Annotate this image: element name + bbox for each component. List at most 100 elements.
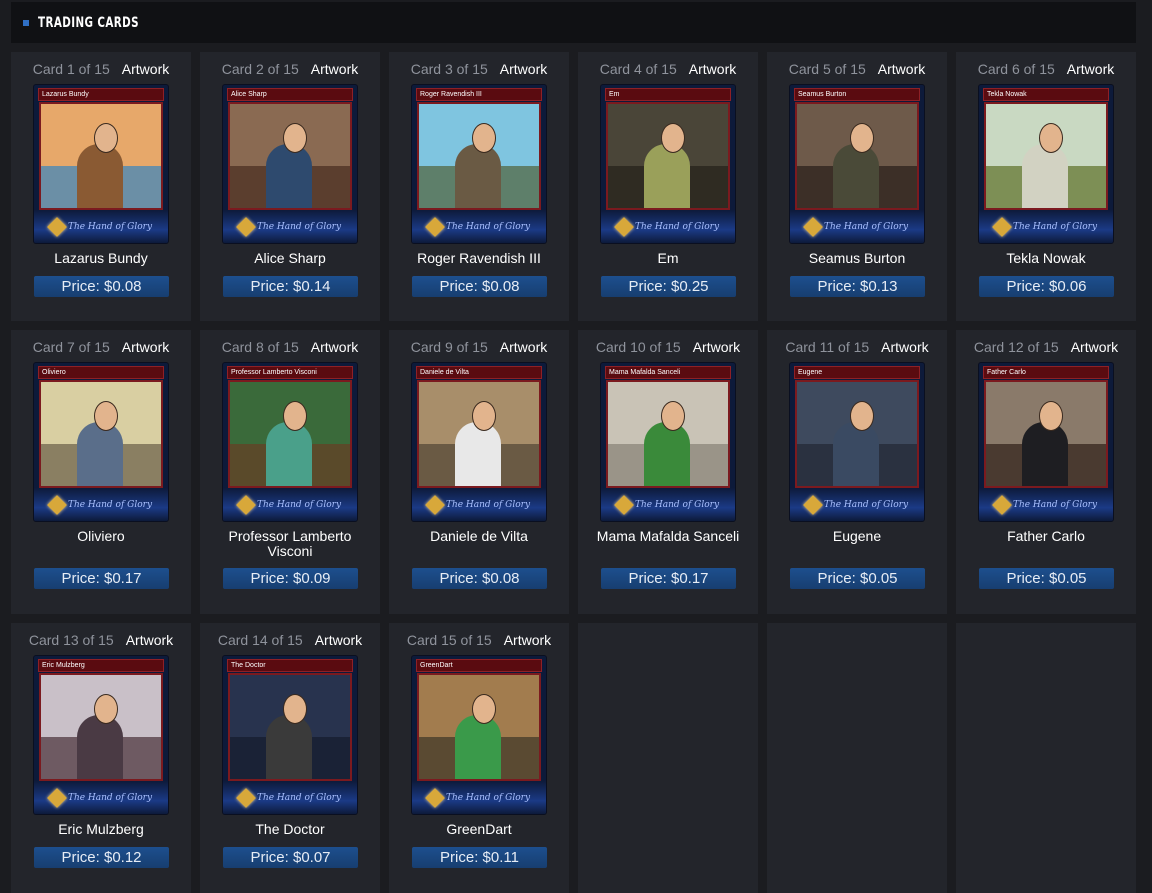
artwork-link[interactable]: Artwork — [500, 61, 547, 77]
artwork-link[interactable]: Artwork — [504, 632, 551, 648]
artwork-link[interactable]: Artwork — [311, 339, 358, 355]
artwork-link[interactable]: Artwork — [1067, 61, 1114, 77]
logo-text: The Hand of Glory — [67, 499, 153, 510]
card-image[interactable]: Oliviero The Hand of Glory — [34, 363, 168, 521]
card-image[interactable]: Lazarus Bundy The Hand of Glory — [34, 85, 168, 243]
trading-card[interactable]: Card 10 of 15 Artwork Mama Mafalda Sanceli… — [578, 330, 758, 614]
price-value: $0.25 — [670, 278, 709, 295]
price-button[interactable]: Price: $0.17 — [34, 568, 169, 589]
cards-grid: Card 1 of 15 Artwork Lazarus Bundy The Hand… — [11, 52, 1136, 893]
game-logo: The Hand of Glory — [979, 210, 1113, 243]
artwork-link[interactable]: Artwork — [122, 61, 169, 77]
card-number: Card 1 of 15 — [32, 61, 110, 77]
character-head — [1038, 400, 1063, 431]
trading-card[interactable]: Card 8 of 15 Artwork Professor Lamberto Vi… — [200, 330, 380, 614]
card-meta: Card 8 of 15 Artwork — [200, 339, 380, 355]
price-button[interactable]: Price: $0.05 — [790, 568, 925, 589]
card-image[interactable]: Eugene The Hand of Glory — [790, 363, 924, 521]
card-meta: Card 7 of 15 Artwork — [11, 339, 191, 355]
artwork-link[interactable]: Artwork — [315, 632, 362, 648]
character-body — [77, 715, 123, 779]
price-button[interactable]: Price: $0.05 — [979, 568, 1114, 589]
card-image[interactable]: Professor Lamberto Visconi The Hand of Gl… — [223, 363, 357, 521]
trading-card[interactable]: Card 9 of 15 Artwork Daniele de Vilta The H… — [389, 330, 569, 614]
card-image[interactable]: GreenDart The Hand of Glory — [412, 656, 546, 814]
price-button[interactable]: Price: $0.08 — [412, 276, 547, 297]
trading-card[interactable]: Card 12 of 15 Artwork Father Carlo The Hand… — [956, 330, 1136, 614]
card-illustration — [795, 380, 919, 488]
price-button[interactable]: Price: $0.06 — [979, 276, 1114, 297]
card-image[interactable]: Father Carlo The Hand of Glory — [979, 363, 1113, 521]
price-button[interactable]: Price: $0.17 — [601, 568, 736, 589]
trading-card[interactable]: Card 15 of 15 Artwork GreenDart The Hand of… — [389, 623, 569, 893]
card-meta: Card 10 of 15 Artwork — [578, 339, 758, 355]
trading-card[interactable]: Card 14 of 15 Artwork The Doctor The Hand o… — [200, 623, 380, 893]
trading-card[interactable]: Card 1 of 15 Artwork Lazarus Bundy The Hand… — [11, 52, 191, 321]
card-name: The Doctor — [255, 821, 325, 837]
game-logo: The Hand of Glory — [223, 488, 357, 521]
cross-emblem-icon — [614, 216, 634, 237]
trading-card[interactable]: Card 3 of 15 Artwork Roger Ravendish III Th… — [389, 52, 569, 321]
price-button[interactable]: Price: $0.12 — [34, 847, 169, 868]
card-image[interactable]: Em The Hand of Glory — [601, 85, 735, 243]
game-logo: The Hand of Glory — [34, 210, 168, 243]
price-value: $0.07 — [292, 849, 331, 866]
card-name: Father Carlo — [1007, 528, 1085, 544]
card-meta: Card 13 of 15 Artwork — [11, 632, 191, 648]
trading-card[interactable]: Card 6 of 15 Artwork Tekla Nowak The Hand o… — [956, 52, 1136, 321]
artwork-link[interactable]: Artwork — [122, 339, 169, 355]
card-name: Lazarus Bundy — [54, 250, 148, 266]
price-label: Price: — [817, 570, 856, 587]
trading-card[interactable]: Card 11 of 15 Artwork Eugene The Hand of Gl… — [767, 330, 947, 614]
card-number: Card 13 of 15 — [28, 632, 114, 648]
trading-card[interactable]: Card 2 of 15 Artwork Alice Sharp The Hand o… — [200, 52, 380, 321]
card-name: Tekla Nowak — [1006, 250, 1086, 266]
card-image[interactable]: Alice Sharp The Hand of Glory — [223, 85, 357, 243]
artwork-link[interactable]: Artwork — [500, 339, 547, 355]
character-head — [282, 122, 307, 153]
price-button[interactable]: Price: $0.25 — [601, 276, 736, 297]
cross-emblem-icon — [803, 494, 823, 515]
price-button[interactable]: Price: $0.14 — [223, 276, 358, 297]
price-button[interactable]: Price: $0.08 — [412, 568, 547, 589]
card-image[interactable]: The Doctor The Hand of Glory — [223, 656, 357, 814]
trading-card[interactable]: Card 13 of 15 Artwork Eric Mulzberg The Han… — [11, 623, 191, 893]
price-value: $0.05 — [859, 570, 898, 587]
price-label: Price: — [1006, 278, 1045, 295]
game-logo: The Hand of Glory — [979, 488, 1113, 521]
price-button[interactable]: Price: $0.09 — [223, 568, 358, 589]
character-head — [282, 693, 307, 724]
price-button[interactable]: Price: $0.08 — [34, 276, 169, 297]
character-head — [660, 400, 685, 431]
trading-card[interactable]: Card 7 of 15 Artwork Oliviero The Hand of G… — [11, 330, 191, 614]
character-body — [77, 144, 123, 208]
card-image[interactable]: Roger Ravendish III The Hand of Glory — [412, 85, 546, 243]
card-image-namebar: Tekla Nowak — [983, 88, 1109, 101]
artwork-link[interactable]: Artwork — [689, 61, 736, 77]
artwork-link[interactable]: Artwork — [126, 632, 173, 648]
artwork-link[interactable]: Artwork — [693, 339, 740, 355]
card-number: Card 10 of 15 — [595, 339, 681, 355]
trading-card[interactable]: Card 5 of 15 Artwork Seamus Burton The Hand… — [767, 52, 947, 321]
card-meta: Card 14 of 15 Artwork — [200, 632, 380, 648]
price-value: $0.05 — [1048, 570, 1087, 587]
card-image[interactable]: Seamus Burton The Hand of Glory — [790, 85, 924, 243]
card-image[interactable]: Tekla Nowak The Hand of Glory — [979, 85, 1113, 243]
artwork-link[interactable]: Artwork — [311, 61, 358, 77]
card-image[interactable]: Eric Mulzberg The Hand of Glory — [34, 656, 168, 814]
card-image-namebar: The Doctor — [227, 659, 353, 672]
trading-card[interactable]: Card 4 of 15 Artwork Em The Hand of Glory Em… — [578, 52, 758, 321]
artwork-link[interactable]: Artwork — [1071, 339, 1118, 355]
card-image[interactable]: Mama Mafalda Sanceli The Hand of Glory — [601, 363, 735, 521]
card-image-namebar: Father Carlo — [983, 366, 1109, 379]
cross-emblem-icon — [425, 787, 445, 808]
price-button[interactable]: Price: $0.13 — [790, 276, 925, 297]
price-button[interactable]: Price: $0.11 — [412, 847, 547, 868]
artwork-link[interactable]: Artwork — [878, 61, 925, 77]
artwork-link[interactable]: Artwork — [881, 339, 928, 355]
price-button[interactable]: Price: $0.07 — [223, 847, 358, 868]
card-image-namebar: Eric Mulzberg — [38, 659, 164, 672]
price-label: Price: — [1006, 570, 1045, 587]
card-image[interactable]: Daniele de Vilta The Hand of Glory — [412, 363, 546, 521]
cross-emblem-icon — [992, 494, 1012, 515]
